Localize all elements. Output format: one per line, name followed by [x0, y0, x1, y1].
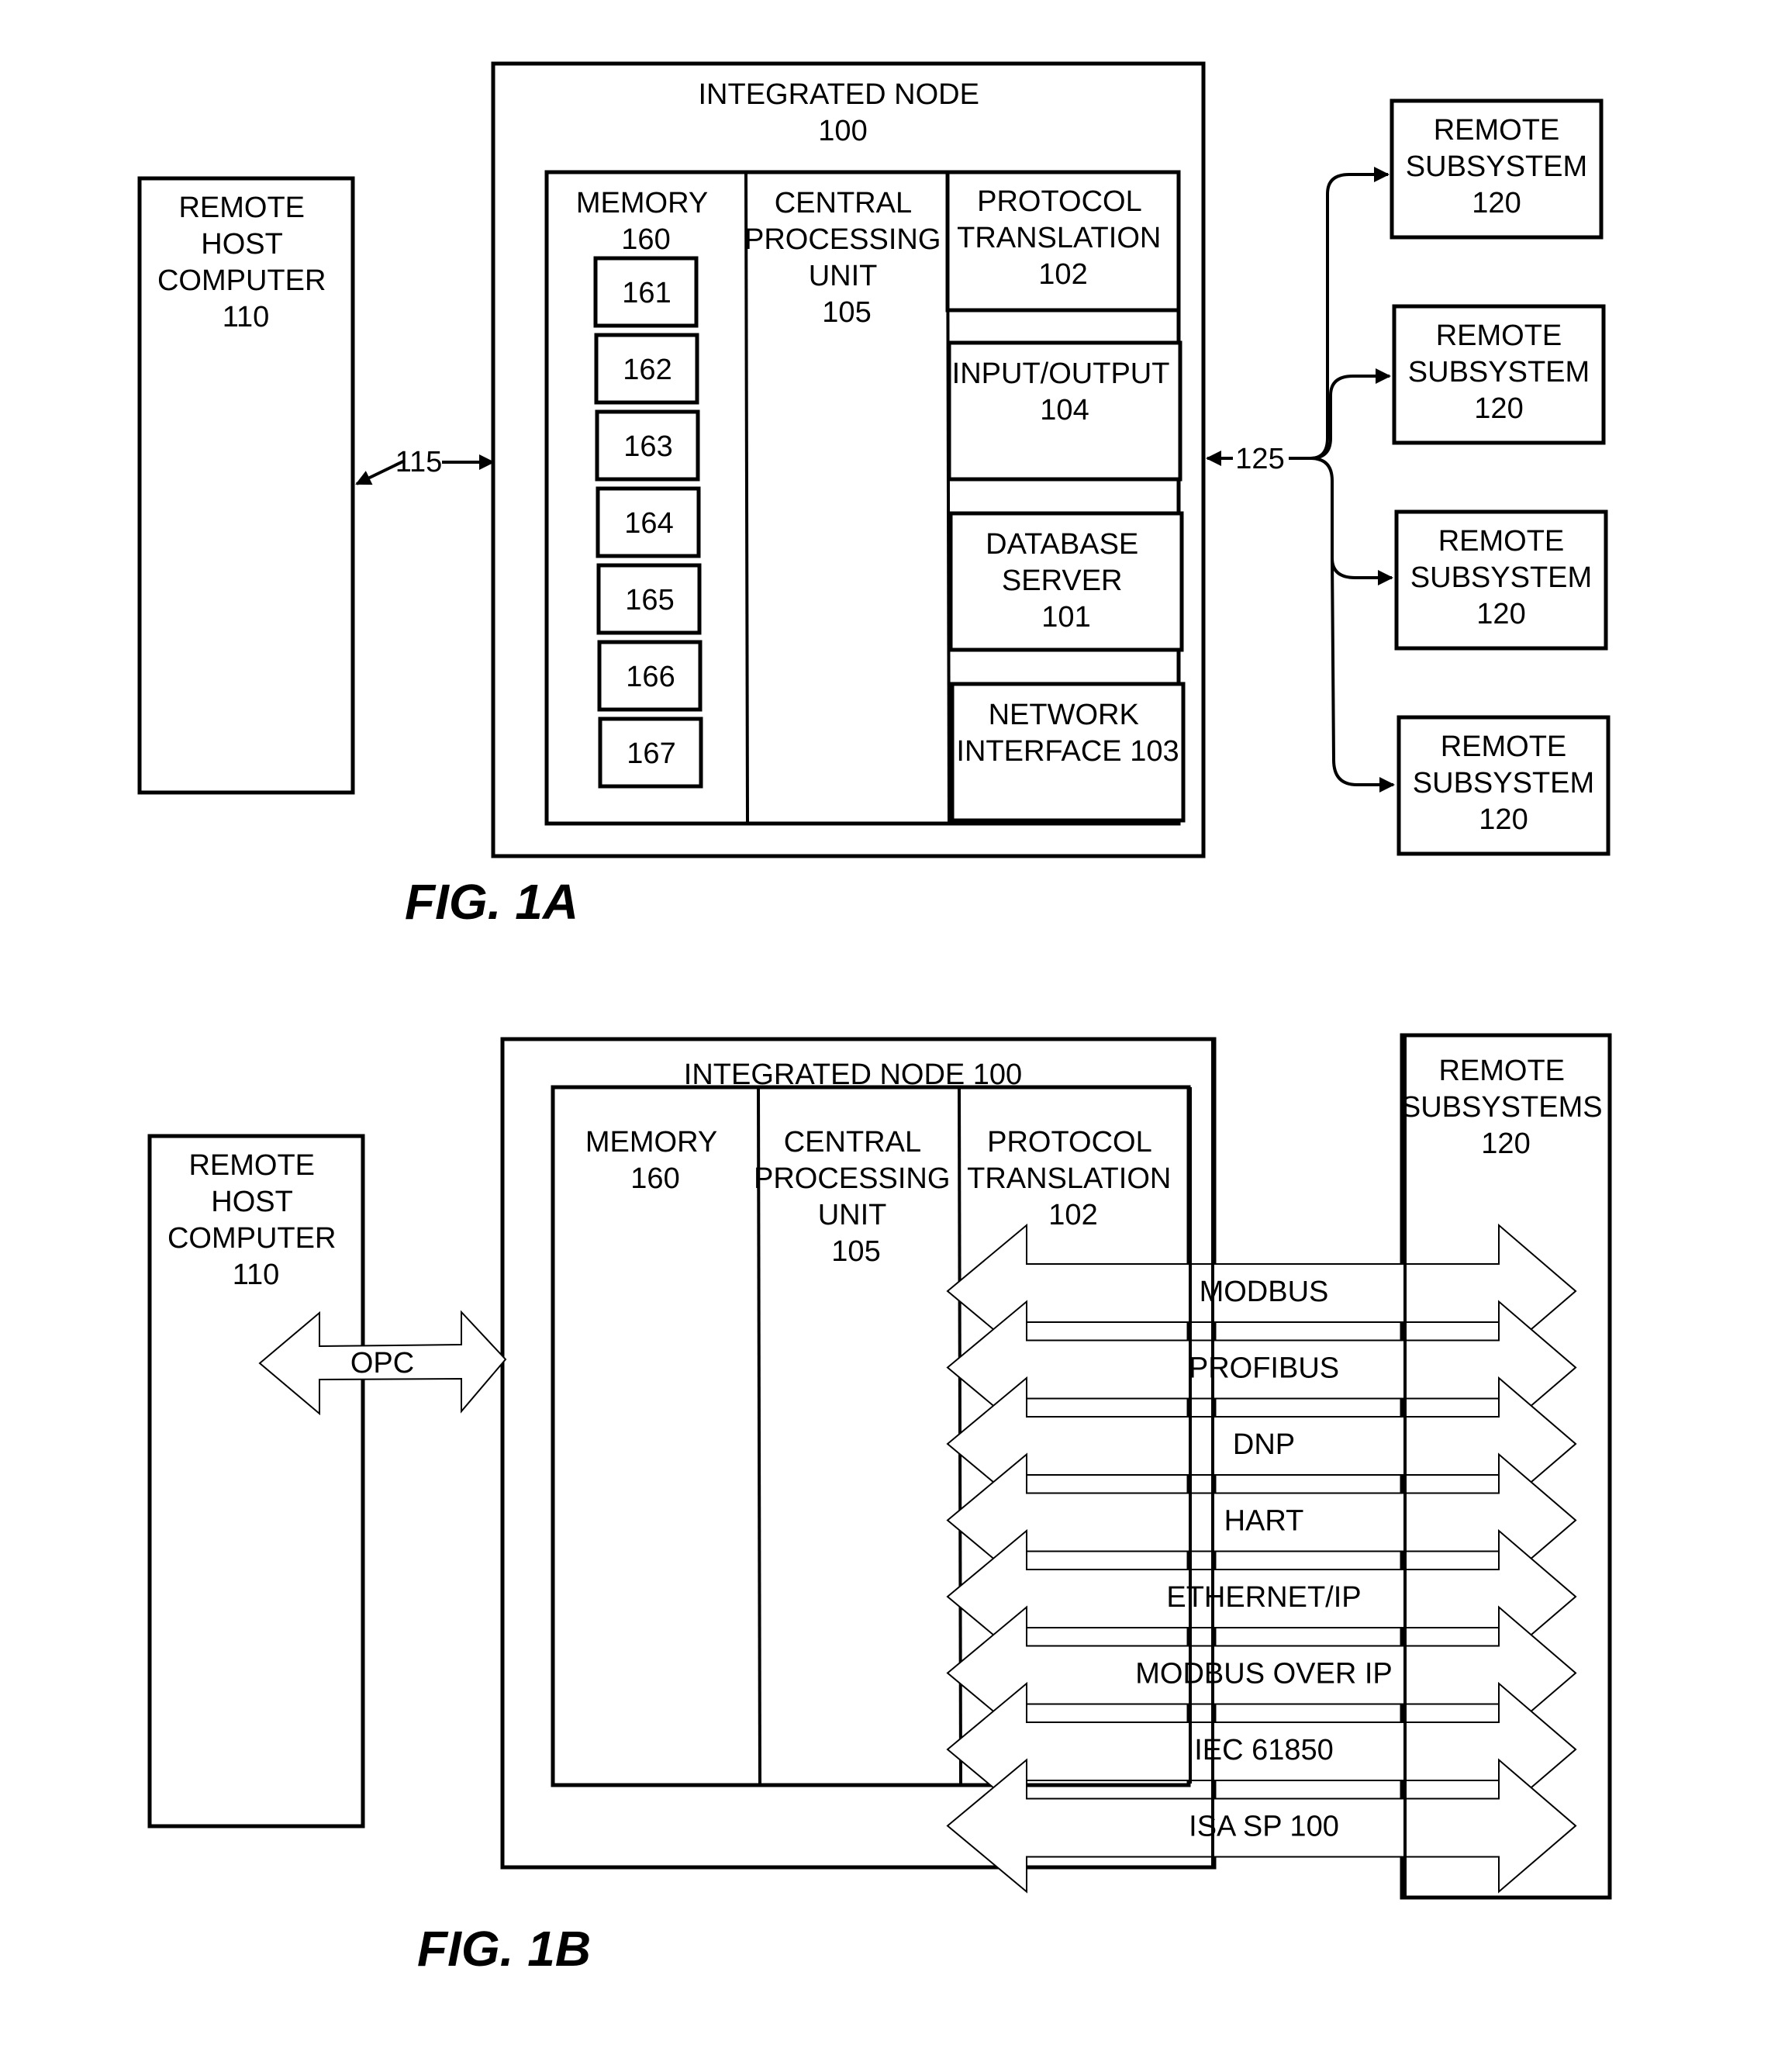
figure-caption-1a: FIG. 1A: [405, 874, 578, 930]
memory-block-label: 166: [626, 661, 675, 693]
memory-block-label: 161: [622, 277, 671, 309]
protocol-label: HART: [1224, 1505, 1304, 1538]
link-125: 125: [1206, 167, 1395, 793]
remote-host-computer-box: REMOTE HOST COMPUTER 110: [147, 1134, 365, 1829]
protocol-label: DNP: [1233, 1428, 1295, 1461]
fig-1b: REMOTE HOST COMPUTER 110 INTEGRATED NODE…: [147, 1033, 1612, 1977]
memory-block-label: 162: [623, 354, 671, 386]
memory-block: 161: [593, 256, 699, 328]
protocol-label: IEC 61850: [1194, 1734, 1334, 1766]
memory-block-label: 165: [625, 584, 674, 616]
remote-subsystem-label: 120: [1474, 392, 1523, 425]
remote-subsystem-label: 120: [1476, 598, 1525, 630]
remote-subsystem-label: 120: [1479, 803, 1528, 836]
link-115: 115: [355, 446, 495, 485]
remote-subsystem-label: SUBSYSTEM: [1406, 150, 1587, 183]
remote-subsystem-label: SUBSYSTEM: [1408, 356, 1590, 388]
protocol-label: MODBUS: [1200, 1276, 1329, 1308]
remote-subsystem-label: REMOTE: [1438, 525, 1565, 558]
remote-subsystems: REMOTESUBSYSTEM120REMOTESUBSYSTEM120REMO…: [1390, 98, 1611, 856]
memory-block: 163: [595, 409, 700, 482]
remote-subsystem-label: 120: [1472, 187, 1521, 219]
protocol-label: ETHERNET/IP: [1166, 1581, 1361, 1614]
fig-1a: REMOTE HOST COMPUTER 110 115 INTEGRATED …: [137, 61, 1611, 930]
memory-block: 164: [596, 486, 701, 558]
remote-subsystem-label: REMOTE: [1434, 114, 1560, 147]
remote-subsystem-label: SUBSYSTEM: [1413, 767, 1594, 799]
database-server-101: DATABASE SERVER 101: [948, 511, 1184, 652]
protocol-translation-102: PROTOCOL TRANSLATION 102: [945, 170, 1181, 313]
patent-figure-sheet: REMOTE HOST COMPUTER 110 115 INTEGRATED …: [137, 61, 1612, 1977]
input-output-104: INPUT/OUTPUT 104: [947, 340, 1182, 482]
network-interface-103: NETWORK INTERFACE 103: [950, 682, 1186, 823]
remote-subsystem-box: REMOTE SUBSYSTEM 120: [1397, 715, 1611, 856]
remote-subsystem-box: REMOTESUBSYSTEM 120: [1394, 509, 1608, 651]
memory-block-label: 164: [624, 507, 673, 540]
link-115-label: 115: [395, 446, 443, 478]
opc-label: OPC: [350, 1347, 414, 1380]
memory-block: 167: [598, 717, 703, 789]
figure-caption-1b: FIG. 1B: [417, 1921, 591, 1977]
remote-subsystem-box: REMOTE SUBSYSTEM 120: [1392, 304, 1606, 445]
divider: [744, 171, 749, 823]
remote-host-computer-box: REMOTE HOST COMPUTER 110: [137, 176, 355, 795]
protocol-label: MODBUS OVER IP: [1135, 1658, 1393, 1690]
remote-subsystem-label: SUBSYSTEM: [1410, 561, 1592, 594]
remote-subsystem-label: REMOTE: [1441, 730, 1567, 763]
memory-block: 165: [596, 563, 702, 635]
link-125-label: 125: [1235, 443, 1284, 475]
remote-subsystem-box: REMOTESUBSYSTEM 120: [1390, 98, 1604, 240]
memory-blocks: 161 162 163 164 165 166 167: [593, 256, 703, 789]
memory-block: 166: [597, 640, 703, 712]
memory-block-label: 163: [623, 430, 672, 463]
memory-block-label: 167: [627, 737, 675, 770]
remote-subsystem-label: REMOTE: [1436, 319, 1562, 352]
memory-block: 162: [594, 333, 699, 405]
integrated-node-box: INTEGRATED NODE 100 MEMORY 160 161162163…: [491, 61, 1206, 858]
